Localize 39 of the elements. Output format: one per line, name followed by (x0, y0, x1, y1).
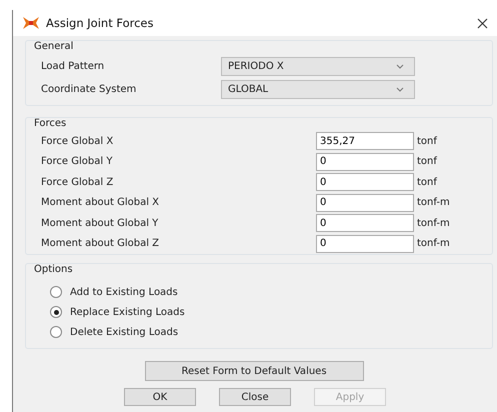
field-label: Force Global Y (41, 156, 114, 168)
unit-label: tonf (417, 136, 437, 147)
field-label: Moment about Global Z (41, 238, 160, 250)
radio-button[interactable] (50, 286, 62, 298)
dropdown[interactable]: PERIODO X (221, 57, 415, 76)
input-field[interactable]: 355,27 (316, 132, 414, 150)
radio-label: Add to Existing Loads (70, 286, 178, 298)
radio-label: Delete Existing Loads (70, 326, 178, 338)
chevron-icon (396, 87, 404, 92)
unit-label: tonf (417, 156, 437, 168)
field-label: Coordinate System (41, 84, 138, 95)
input-field[interactable]: 0 (316, 194, 414, 212)
radio-button[interactable] (50, 306, 62, 318)
input-field[interactable]: 0 (316, 214, 414, 232)
dropdown[interactable]: GLOBAL (221, 80, 415, 99)
app-logo-icon (22, 16, 40, 30)
field-label: Force Global Z (41, 176, 114, 188)
unit-label: tonf-m (417, 238, 450, 250)
input-field[interactable]: 0 (316, 173, 414, 192)
group-title: Options (34, 264, 73, 275)
dialog-button[interactable]: OK (124, 388, 196, 406)
dialog-button[interactable]: Close (219, 388, 291, 406)
radio-button[interactable] (50, 326, 62, 338)
unit-label: tonf-m (417, 197, 450, 208)
unit-label: tonf (417, 176, 437, 188)
radio-label: Replace Existing Loads (70, 306, 185, 318)
window-title: Assign Joint Forces (46, 16, 154, 30)
group-title: Forces (34, 118, 66, 129)
reset-button[interactable]: Reset Form to Default Values (144, 361, 364, 381)
unit-label: tonf-m (417, 218, 450, 229)
field-label: Load Pattern (41, 61, 106, 72)
chevron-icon (396, 64, 404, 69)
group-title: General (34, 41, 74, 52)
input-field[interactable]: 0 (316, 152, 414, 171)
field-label: Moment about Global Y (41, 218, 160, 229)
field-label: Moment about Global X (41, 197, 160, 208)
input-field[interactable]: 0 (316, 234, 414, 253)
field-label: Force Global X (41, 136, 114, 147)
close-icon[interactable] (477, 18, 488, 28)
